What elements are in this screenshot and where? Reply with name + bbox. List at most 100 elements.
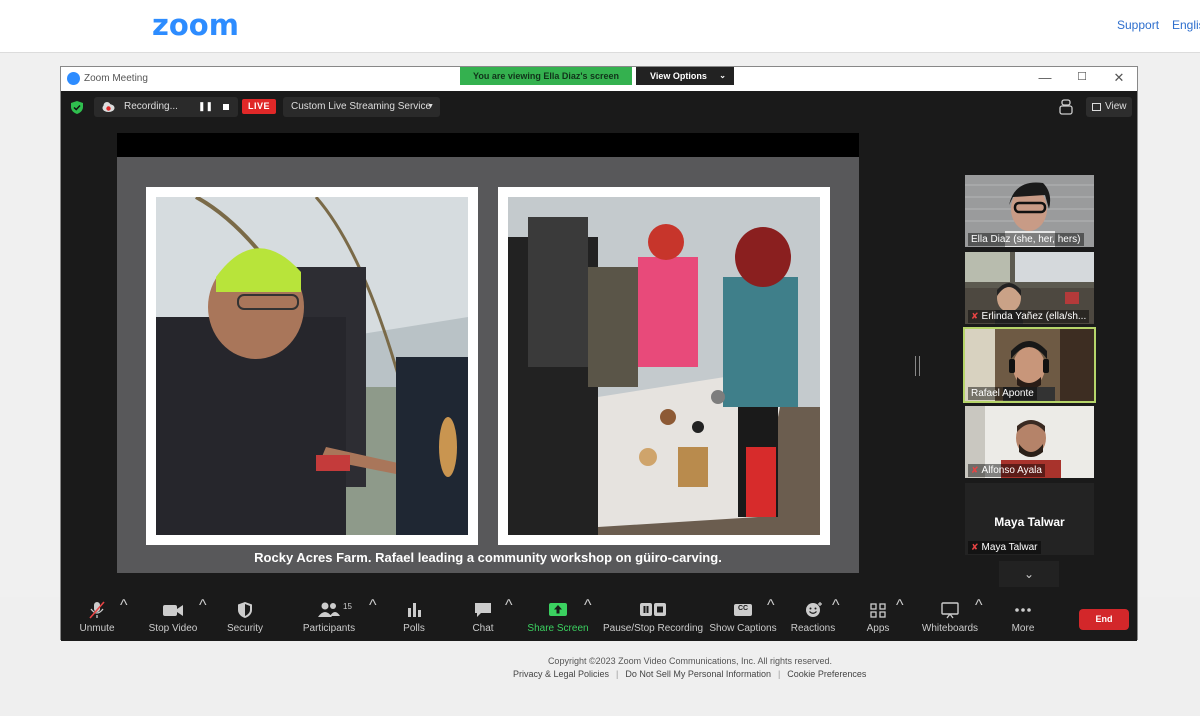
share-options-caret[interactable]: ^: [584, 597, 592, 641]
recording-status: Recording...: [124, 101, 178, 112]
more-label: More: [1011, 623, 1035, 634]
zoom-logo[interactable]: zoom: [152, 8, 239, 42]
participants-icon: [318, 602, 340, 617]
meeting-top-bar: Recording... ❚❚ LIVE Custom Live Streami…: [61, 91, 1137, 123]
whiteboard-icon: [941, 602, 959, 619]
community-table-image: [508, 197, 820, 535]
presentation-slide: Rocky Acres Farm. Rafael leading a commu…: [117, 157, 859, 573]
viewing-screen-banner: You are viewing Ella Diaz's screen: [460, 67, 633, 85]
audio-options-caret[interactable]: ^: [120, 597, 128, 641]
participant-tile[interactable]: ✘ Alfonso Ayala: [965, 406, 1094, 478]
participants-label: Participants: [302, 623, 356, 634]
panel-resize-handle[interactable]: [915, 356, 920, 376]
camera-switch-icon[interactable]: [1059, 99, 1073, 115]
footer-links: Privacy & Legal Policies | Do Not Sell My …: [513, 669, 867, 679]
copyright-text: Copyright ©2023 Zoom Video Communication…: [547, 656, 833, 666]
stop-video-button[interactable]: Stop Video: [149, 597, 197, 641]
participants-button[interactable]: 15 Participants: [303, 597, 355, 641]
site-header: zoom Support Englis: [0, 0, 1200, 53]
chevron-down-icon: ⌄: [1023, 567, 1035, 581]
polls-button[interactable]: Polls: [396, 597, 432, 641]
share-screen-icon: [549, 603, 567, 616]
pause-recording-button[interactable]: ❚❚: [198, 101, 213, 112]
pause-stop-recording-button[interactable]: Pause/Stop Recording: [603, 597, 703, 641]
encryption-shield-icon[interactable]: [71, 101, 83, 114]
stop-recording-button[interactable]: [223, 104, 229, 110]
end-meeting-button[interactable]: End: [1079, 609, 1129, 630]
apps-icon: [870, 603, 886, 618]
whiteboards-options-caret[interactable]: ^: [975, 597, 983, 641]
captions-options-caret[interactable]: ^: [767, 597, 775, 641]
unmute-button[interactable]: Unmute: [79, 597, 115, 641]
meeting-toolbar: Unmute ^ Stop Video ^ Security 15 Partic…: [61, 597, 1137, 641]
zoom-app-icon: [67, 72, 80, 85]
muted-mic-icon: ✘: [971, 465, 979, 475]
share-screen-button[interactable]: Share Screen: [527, 597, 589, 641]
muted-mic-icon: ✘: [971, 311, 979, 321]
workshop-photo-left: [146, 187, 478, 545]
workshop-photo-right: [498, 187, 830, 545]
polls-bar-chart-icon: [408, 603, 421, 617]
support-link[interactable]: Support: [1117, 18, 1159, 32]
participant-name: ✘ Alfonso Ayala: [968, 464, 1045, 477]
participant-tile[interactable]: Maya Talwar ✘ Maya Talwar: [965, 483, 1094, 555]
security-button[interactable]: Security: [227, 597, 263, 641]
more-button[interactable]: More: [1005, 597, 1041, 641]
maximize-button[interactable]: ☐: [1074, 70, 1090, 83]
participant-name: Ella Diaz (she, her, hers): [968, 233, 1084, 246]
more-dots-icon: [1015, 608, 1031, 612]
chat-options-caret[interactable]: ^: [505, 597, 513, 641]
chevron-down-icon: ⌄: [719, 71, 726, 80]
privacy-link[interactable]: Privacy & Legal Policies: [513, 669, 609, 679]
view-layout-button[interactable]: View: [1086, 97, 1132, 117]
security-shield-icon: [238, 602, 252, 618]
whiteboards-button[interactable]: Whiteboards: [922, 597, 978, 641]
chat-bubble-icon: [475, 603, 491, 617]
muted-microphone-icon: [89, 601, 105, 619]
reactions-options-caret[interactable]: ^: [832, 597, 840, 641]
close-button[interactable]: ✕: [1111, 70, 1127, 86]
minimize-button[interactable]: —: [1037, 70, 1053, 85]
security-label: Security: [226, 623, 264, 634]
cookie-preferences-link[interactable]: Cookie Preferences: [787, 669, 866, 679]
share-screen-label: Share Screen: [527, 623, 589, 634]
video-options-caret[interactable]: ^: [199, 597, 207, 641]
view-options-label: View Options: [650, 71, 707, 81]
live-badge: LIVE: [242, 99, 276, 114]
streaming-service-dropdown[interactable]: Custom Live Streaming Service ▼: [283, 97, 440, 117]
do-not-sell-link[interactable]: Do Not Sell My Personal Information: [625, 669, 771, 679]
apps-options-caret[interactable]: ^: [896, 597, 904, 641]
pause-stop-recording-label: Pause/Stop Recording: [603, 623, 704, 634]
pause-stop-icon: [640, 603, 666, 616]
grid-view-icon: [1092, 103, 1101, 111]
reactions-button[interactable]: Reactions: [791, 597, 835, 641]
show-captions-button[interactable]: CC Show Captions: [709, 597, 777, 641]
window-title: Zoom Meeting: [84, 73, 148, 84]
participant-tile[interactable]: Ella Diaz (she, her, hers): [965, 175, 1094, 247]
view-label: View: [1105, 101, 1127, 112]
chat-button[interactable]: Chat: [465, 597, 501, 641]
cloud-record-icon: [102, 102, 115, 112]
greenhouse-carving-image: [156, 197, 468, 535]
zoom-meeting-window: Zoom Meeting You are viewing Ella Diaz's…: [60, 66, 1138, 641]
active-speaker-tile[interactable]: Rafael Aponte: [963, 327, 1096, 403]
participants-options-caret[interactable]: ^: [369, 597, 377, 641]
recording-indicator: Recording... ❚❚: [94, 97, 238, 117]
view-options-button[interactable]: View Options ⌄: [636, 67, 734, 85]
shared-screen: Rocky Acres Farm. Rafael leading a commu…: [117, 133, 859, 573]
scroll-participants-down-button[interactable]: ⌄: [999, 561, 1059, 587]
participant-tile[interactable]: ✘ Erlinda Yañez (ella/sh...: [965, 252, 1094, 324]
language-link[interactable]: Englis: [1172, 18, 1200, 32]
window-titlebar: Zoom Meeting You are viewing Ella Diaz's…: [61, 67, 1137, 91]
video-camera-icon: [163, 605, 183, 616]
participant-display-name: Maya Talwar: [994, 515, 1065, 529]
muted-mic-icon: ✘: [971, 542, 979, 552]
slide-caption: Rocky Acres Farm. Rafael leading a commu…: [254, 550, 722, 565]
caret-down-icon: ▼: [427, 103, 434, 110]
apps-button[interactable]: Apps: [860, 597, 896, 641]
participant-count: 15: [343, 602, 352, 611]
streaming-service-label: Custom Live Streaming Service: [291, 101, 432, 112]
participant-name: Rafael Aponte: [968, 387, 1037, 400]
participant-name: ✘ Maya Talwar: [968, 541, 1041, 554]
smiley-reaction-icon: [806, 602, 822, 617]
